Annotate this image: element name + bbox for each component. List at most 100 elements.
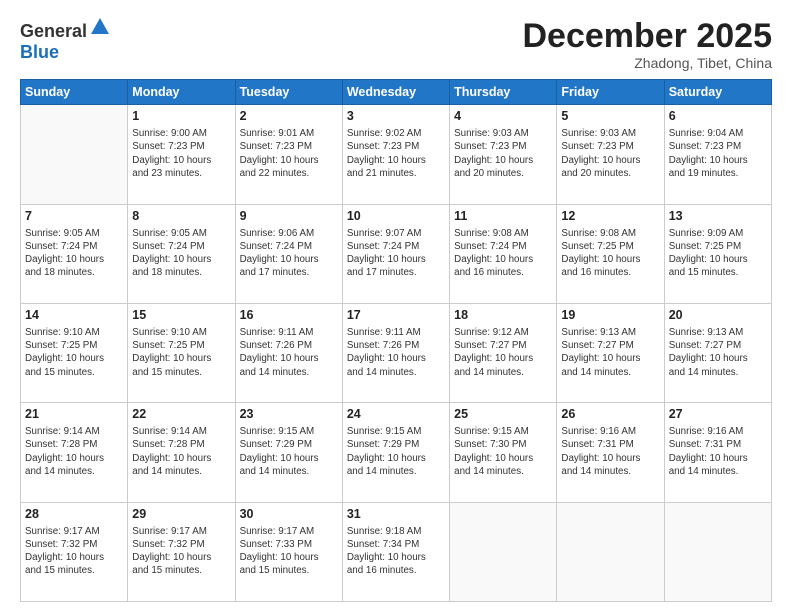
calendar-cell: 14 Sunrise: 9:10 AM Sunset: 7:25 PM Dayli… [21, 304, 128, 403]
day-number: 17 [347, 307, 445, 324]
calendar-cell: 27 Sunrise: 9:16 AM Sunset: 7:31 PM Dayli… [664, 403, 771, 502]
calendar-week-5: 28 Sunrise: 9:17 AM Sunset: 7:32 PM Dayli… [21, 502, 772, 601]
day-info: Sunrise: 9:08 AM Sunset: 7:24 PM Dayligh… [454, 227, 552, 280]
calendar-week-3: 14 Sunrise: 9:10 AM Sunset: 7:25 PM Dayli… [21, 304, 772, 403]
day-number: 1 [132, 108, 230, 125]
day-info: Sunrise: 9:16 AM Sunset: 7:31 PM Dayligh… [561, 425, 659, 478]
day-number: 21 [25, 406, 123, 423]
header: General Blue December 2025 Zhadong, Tibe… [20, 18, 772, 71]
day-info: Sunrise: 9:12 AM Sunset: 7:27 PM Dayligh… [454, 326, 552, 379]
title-block: December 2025 Zhadong, Tibet, China [522, 18, 772, 71]
day-info: Sunrise: 9:10 AM Sunset: 7:25 PM Dayligh… [25, 326, 123, 379]
day-info: Sunrise: 9:07 AM Sunset: 7:24 PM Dayligh… [347, 227, 445, 280]
day-number: 8 [132, 208, 230, 225]
calendar-cell: 21 Sunrise: 9:14 AM Sunset: 7:28 PM Dayli… [21, 403, 128, 502]
day-info: Sunrise: 9:15 AM Sunset: 7:29 PM Dayligh… [240, 425, 338, 478]
weekday-header-row: SundayMondayTuesdayWednesdayThursdayFrid… [21, 80, 772, 105]
calendar-cell: 18 Sunrise: 9:12 AM Sunset: 7:27 PM Dayli… [450, 304, 557, 403]
month-title: December 2025 [522, 18, 772, 55]
day-info: Sunrise: 9:03 AM Sunset: 7:23 PM Dayligh… [454, 127, 552, 180]
calendar-cell: 15 Sunrise: 9:10 AM Sunset: 7:25 PM Dayli… [128, 304, 235, 403]
calendar-cell: 20 Sunrise: 9:13 AM Sunset: 7:27 PM Dayli… [664, 304, 771, 403]
day-number: 19 [561, 307, 659, 324]
calendar-cell: 26Sunrise: 9:16 AM Sunset: 7:31 PM Dayli… [557, 403, 664, 502]
calendar-cell: 30 Sunrise: 9:17 AM Sunset: 7:33 PM Dayli… [235, 502, 342, 601]
calendar-cell: 23Sunrise: 9:15 AM Sunset: 7:29 PM Dayli… [235, 403, 342, 502]
logo: General Blue [20, 18, 111, 63]
calendar-cell: 8 Sunrise: 9:05 AM Sunset: 7:24 PM Daylig… [128, 204, 235, 303]
day-info: Sunrise: 9:14 AM Sunset: 7:28 PM Dayligh… [132, 425, 230, 478]
day-number: 20 [669, 307, 767, 324]
day-info: Sunrise: 9:05 AM Sunset: 7:24 PM Dayligh… [25, 227, 123, 280]
day-number: 28 [25, 506, 123, 523]
day-number: 30 [240, 506, 338, 523]
day-info: Sunrise: 9:04 AM Sunset: 7:23 PM Dayligh… [669, 127, 767, 180]
day-number: 2 [240, 108, 338, 125]
calendar-cell: 25Sunrise: 9:15 AM Sunset: 7:30 PM Dayli… [450, 403, 557, 502]
day-number: 14 [25, 307, 123, 324]
day-number: 13 [669, 208, 767, 225]
calendar-table: SundayMondayTuesdayWednesdayThursdayFrid… [20, 79, 772, 602]
day-info: Sunrise: 9:11 AM Sunset: 7:26 PM Dayligh… [240, 326, 338, 379]
day-info: Sunrise: 9:11 AM Sunset: 7:26 PM Dayligh… [347, 326, 445, 379]
day-info: Sunrise: 9:09 AM Sunset: 7:25 PM Dayligh… [669, 227, 767, 280]
calendar-cell: 13 Sunrise: 9:09 AM Sunset: 7:25 PM Dayli… [664, 204, 771, 303]
day-info: Sunrise: 9:10 AM Sunset: 7:25 PM Dayligh… [132, 326, 230, 379]
calendar-cell: 1 Sunrise: 9:00 AM Sunset: 7:23 PM Daylig… [128, 105, 235, 204]
day-info: Sunrise: 9:18 AM Sunset: 7:34 PM Dayligh… [347, 525, 445, 578]
day-number: 18 [454, 307, 552, 324]
day-number: 11 [454, 208, 552, 225]
day-number: 16 [240, 307, 338, 324]
day-number: 22 [132, 406, 230, 423]
logo-general: General [20, 22, 87, 40]
calendar-cell [664, 502, 771, 601]
day-info: Sunrise: 9:08 AM Sunset: 7:25 PM Dayligh… [561, 227, 659, 280]
day-info: Sunrise: 9:15 AM Sunset: 7:30 PM Dayligh… [454, 425, 552, 478]
calendar-cell: 12 Sunrise: 9:08 AM Sunset: 7:25 PM Dayli… [557, 204, 664, 303]
day-info: Sunrise: 9:05 AM Sunset: 7:24 PM Dayligh… [132, 227, 230, 280]
calendar-cell [557, 502, 664, 601]
day-number: 12 [561, 208, 659, 225]
weekday-header-wednesday: Wednesday [342, 80, 449, 105]
day-number: 9 [240, 208, 338, 225]
weekday-header-sunday: Sunday [21, 80, 128, 105]
calendar-week-1: 1 Sunrise: 9:00 AM Sunset: 7:23 PM Daylig… [21, 105, 772, 204]
day-number: 29 [132, 506, 230, 523]
day-number: 24 [347, 406, 445, 423]
calendar-week-4: 21 Sunrise: 9:14 AM Sunset: 7:28 PM Dayli… [21, 403, 772, 502]
calendar-cell: 2Sunrise: 9:01 AM Sunset: 7:23 PM Daylig… [235, 105, 342, 204]
calendar-cell: 28Sunrise: 9:17 AM Sunset: 7:32 PM Dayli… [21, 502, 128, 601]
day-info: Sunrise: 9:15 AM Sunset: 7:29 PM Dayligh… [347, 425, 445, 478]
day-info: Sunrise: 9:00 AM Sunset: 7:23 PM Dayligh… [132, 127, 230, 180]
day-number: 4 [454, 108, 552, 125]
weekday-header-tuesday: Tuesday [235, 80, 342, 105]
calendar-cell: 16 Sunrise: 9:11 AM Sunset: 7:26 PM Dayli… [235, 304, 342, 403]
location-subtitle: Zhadong, Tibet, China [522, 55, 772, 71]
calendar-cell: 4 Sunrise: 9:03 AM Sunset: 7:23 PM Daylig… [450, 105, 557, 204]
day-number: 31 [347, 506, 445, 523]
day-info: Sunrise: 9:13 AM Sunset: 7:27 PM Dayligh… [669, 326, 767, 379]
day-number: 5 [561, 108, 659, 125]
calendar-cell: 11 Sunrise: 9:08 AM Sunset: 7:24 PM Dayli… [450, 204, 557, 303]
calendar-cell: 29 Sunrise: 9:17 AM Sunset: 7:32 PM Dayli… [128, 502, 235, 601]
day-number: 10 [347, 208, 445, 225]
calendar-cell: 31 Sunrise: 9:18 AM Sunset: 7:34 PM Dayli… [342, 502, 449, 601]
day-info: Sunrise: 9:17 AM Sunset: 7:33 PM Dayligh… [240, 525, 338, 578]
calendar-cell: 24 Sunrise: 9:15 AM Sunset: 7:29 PM Dayli… [342, 403, 449, 502]
calendar-cell: 10 Sunrise: 9:07 AM Sunset: 7:24 PM Dayli… [342, 204, 449, 303]
day-info: Sunrise: 9:16 AM Sunset: 7:31 PM Dayligh… [669, 425, 767, 478]
logo-icon [87, 18, 111, 43]
day-number: 27 [669, 406, 767, 423]
day-info: Sunrise: 9:14 AM Sunset: 7:28 PM Dayligh… [25, 425, 123, 478]
calendar-week-2: 7Sunrise: 9:05 AM Sunset: 7:24 PM Daylig… [21, 204, 772, 303]
calendar-cell [21, 105, 128, 204]
weekday-header-friday: Friday [557, 80, 664, 105]
day-info: Sunrise: 9:02 AM Sunset: 7:23 PM Dayligh… [347, 127, 445, 180]
day-number: 15 [132, 307, 230, 324]
calendar-body: 1 Sunrise: 9:00 AM Sunset: 7:23 PM Daylig… [21, 105, 772, 602]
day-info: Sunrise: 9:17 AM Sunset: 7:32 PM Dayligh… [132, 525, 230, 578]
day-number: 6 [669, 108, 767, 125]
weekday-header-monday: Monday [128, 80, 235, 105]
calendar-cell: 17 Sunrise: 9:11 AM Sunset: 7:26 PM Dayli… [342, 304, 449, 403]
day-info: Sunrise: 9:06 AM Sunset: 7:24 PM Dayligh… [240, 227, 338, 280]
